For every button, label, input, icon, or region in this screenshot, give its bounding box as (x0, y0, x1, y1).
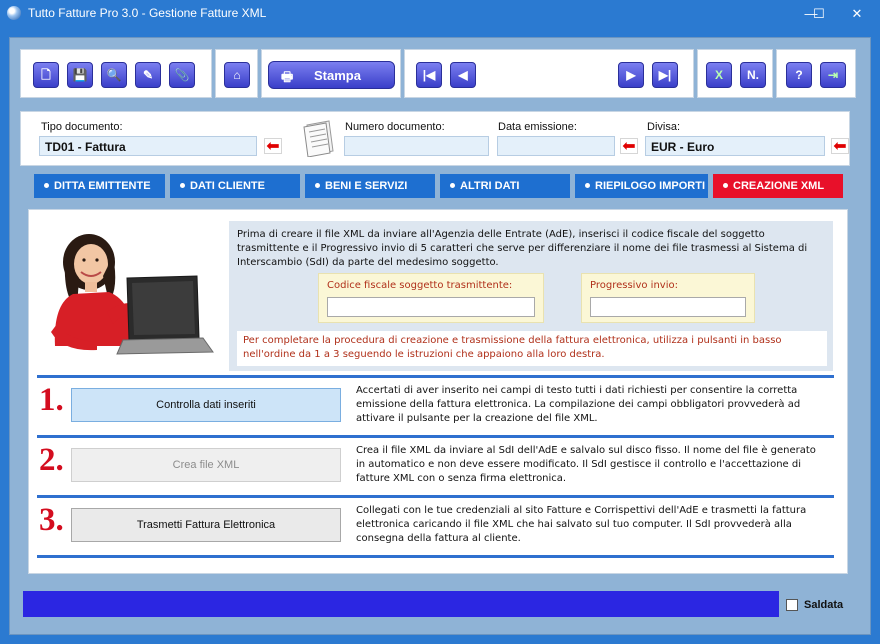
toolbar-tools-group: X N. (697, 49, 773, 98)
new-document-icon[interactable]: 🗋 (33, 62, 59, 88)
tipo-documento-label: Tipo documento: (41, 121, 123, 133)
step-number-2: 2. (39, 442, 64, 478)
document-stack-icon (303, 120, 334, 157)
print-button[interactable]: 🖶 Stampa (268, 61, 395, 89)
exit-icon[interactable]: ⇥ (820, 62, 846, 88)
first-record-icon[interactable]: |◀ (416, 62, 442, 88)
woman-laptop-illustration (51, 234, 214, 355)
codice-fiscale-box: Codice fiscale soggetto trasmittente: (318, 273, 544, 323)
step-separator (37, 495, 834, 498)
window-body: 🗋 💾 🔍 ✎ 📎 ⌂ 🖶 Stampa |◀ ◀ ▶ ▶| X N. ? ⇥ … (9, 37, 871, 635)
progressivo-invio-input[interactable] (590, 297, 746, 317)
numero-documento-label: Numero documento: (345, 121, 445, 133)
progressivo-invio-label: Progressivo invio: (590, 280, 678, 291)
next-record-icon[interactable]: ▶ (618, 62, 644, 88)
window-title: Tutto Fatture Pro 3.0 - Gestione Fatture… (28, 6, 267, 20)
help-icon[interactable]: ? (786, 62, 812, 88)
search-icon[interactable]: 🔍 (101, 62, 127, 88)
crea-file-xml-button[interactable]: Crea file XML (71, 448, 341, 482)
tipo-documento-arrow-icon[interactable]: ⬅ (264, 138, 282, 155)
step-separator (37, 375, 834, 378)
divisa-label: Divisa: (647, 121, 681, 133)
numbering-icon[interactable]: N. (740, 62, 766, 88)
tab-beni-servizi[interactable]: BENI E SERVIZI (305, 174, 435, 198)
tab-creazione-xml[interactable]: CREAZIONE XML (713, 174, 843, 198)
status-bar (23, 591, 779, 617)
progressivo-invio-box: Progressivo invio: (581, 273, 755, 323)
last-record-icon[interactable]: ▶| (652, 62, 678, 88)
step-number-1: 1. (39, 382, 64, 418)
divisa-field[interactable]: EUR - Euro (645, 136, 825, 156)
creazione-xml-panel: Prima di creare il file XML da inviare a… (28, 209, 848, 574)
previous-record-icon[interactable]: ◀ (450, 62, 476, 88)
tab-ditta-emittente[interactable]: DITTA EMITTENTE (34, 174, 165, 198)
codice-fiscale-label: Codice fiscale soggetto trasmittente: (327, 280, 513, 291)
toolbar-print-group: 🖶 Stampa (261, 49, 401, 98)
tab-bullet-icon (315, 183, 320, 188)
tab-riepilogo-importi[interactable]: RIEPILOGO IMPORTI (575, 174, 708, 198)
tab-altri-dati[interactable]: ALTRI DATI (440, 174, 570, 198)
toolbar-help-group: ? ⇥ (776, 49, 856, 98)
document-header-panel: Tipo documento: TD01 - Fattura ⬅ Numero … (20, 111, 850, 166)
tab-bullet-icon (585, 183, 590, 188)
tab-bullet-icon (44, 183, 49, 188)
tab-label: BENI E SERVIZI (325, 180, 408, 192)
tab-dati-cliente[interactable]: DATI CLIENTE (170, 174, 300, 198)
home-icon[interactable]: ⌂ (224, 62, 250, 88)
saldata-checkbox[interactable] (786, 599, 798, 611)
trasmetti-fattura-button[interactable]: Trasmetti Fattura Elettronica (71, 508, 341, 542)
save-icon[interactable]: 💾 (67, 62, 93, 88)
toolbar-navigation-group: |◀ ◀ ▶ ▶| (404, 49, 694, 98)
data-emissione-label: Data emissione: (498, 121, 577, 133)
step-3-description: Collegati con le tue credenziali al sito… (356, 505, 807, 544)
tab-bullet-icon (450, 183, 455, 188)
tab-label: DATI CLIENTE (190, 180, 265, 192)
controlla-dati-button[interactable]: Controlla dati inseriti (71, 388, 341, 422)
app-icon (7, 6, 21, 20)
toolbar-file-group: 🗋 💾 🔍 ✎ 📎 (20, 49, 212, 98)
step-separator-hidden (37, 555, 834, 558)
tab-label: DITTA EMITTENTE (54, 180, 151, 192)
data-emissione-arrow-icon[interactable]: ⬅ (620, 138, 638, 155)
procedure-note: Per completare la procedura di creazione… (237, 331, 827, 366)
codice-fiscale-input[interactable] (327, 297, 535, 317)
intro-text: Prima di creare il file XML da inviare a… (237, 229, 808, 268)
tipo-documento-field[interactable]: TD01 - Fattura (39, 136, 257, 156)
maximize-button[interactable]: ☐ (796, 0, 842, 27)
data-emissione-field[interactable] (497, 136, 615, 156)
pen-icon[interactable]: ✎ (135, 62, 161, 88)
tab-label: ALTRI DATI (460, 180, 520, 192)
saldata-label: Saldata (804, 599, 844, 611)
tab-label: RIEPILOGO IMPORTI (595, 180, 706, 192)
tab-bullet-icon (180, 183, 185, 188)
print-label: Stampa (314, 68, 361, 83)
tab-bullet-icon (723, 183, 728, 188)
attach-icon[interactable]: 📎 (169, 62, 195, 88)
step-number-3: 3. (39, 502, 64, 538)
numero-documento-field[interactable] (344, 136, 489, 156)
divisa-arrow-icon[interactable]: ⬅ (831, 138, 849, 155)
step-1-description: Accertati di aver inserito nei campi di … (356, 385, 801, 424)
printer-icon: 🖶 (281, 69, 294, 84)
title-bar: Tutto Fatture Pro 3.0 - Gestione Fatture… (0, 0, 880, 27)
excel-icon[interactable]: X (706, 62, 732, 88)
tab-label: CREAZIONE XML (733, 180, 825, 192)
step-separator (37, 435, 834, 438)
instructions-box: Prima di creare il file XML da inviare a… (229, 221, 833, 371)
toolbar-home-group: ⌂ (215, 49, 258, 98)
step-2-description: Crea il file XML da inviare al SdI dell'… (356, 445, 816, 484)
